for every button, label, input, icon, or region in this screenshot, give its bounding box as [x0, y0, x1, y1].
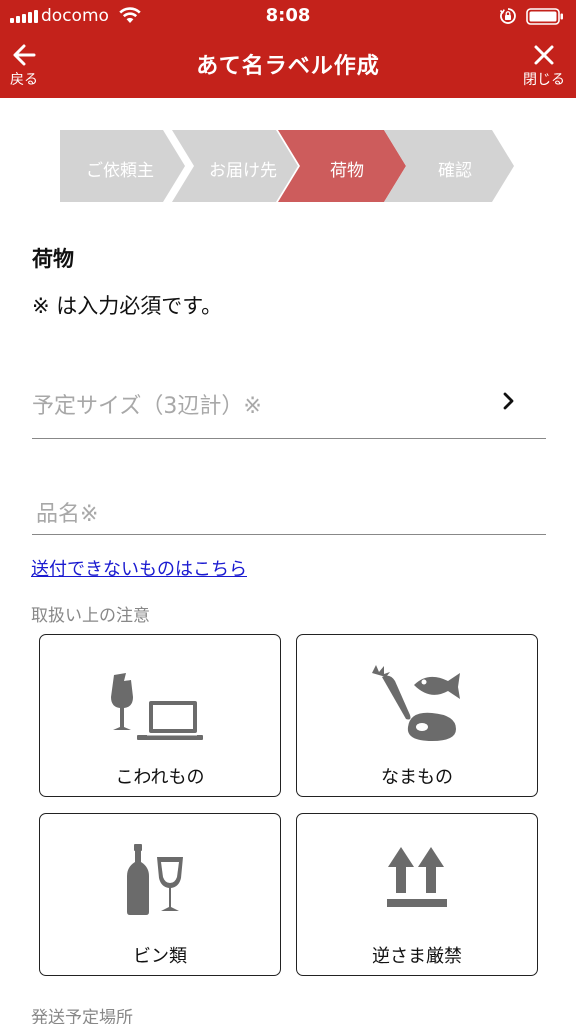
handling-label-bottles: ビン類 — [133, 946, 187, 967]
step-package-current: 荷物 — [330, 161, 364, 181]
chevron-right-icon — [503, 392, 514, 410]
required-note: ※ は入力必須です。 — [32, 294, 223, 318]
back-arrow-icon — [13, 44, 36, 66]
size-select-field[interactable]: 予定サイズ（3辺計）※ — [32, 380, 546, 439]
perishable-icon — [372, 665, 460, 741]
navigation-bar: 戻る あて名ラベル作成 閉じる — [0, 32, 576, 98]
status-bar: docomo 8:08 — [0, 0, 576, 32]
prohibited-items-link[interactable]: 送付できないものはこちら — [31, 555, 247, 581]
item-name-input[interactable]: 品名※ — [32, 488, 546, 535]
handling-option-fragile[interactable]: こわれもの — [39, 634, 281, 797]
status-time: 8:08 — [265, 5, 311, 26]
handling-option-perishable[interactable]: なまもの — [296, 634, 538, 797]
close-button[interactable]: 閉じる — [514, 40, 574, 92]
bottles-icon — [127, 844, 183, 915]
handling-caption: 取扱い上の注意 — [31, 606, 150, 626]
handling-label-this-side-up: 逆さま厳禁 — [372, 946, 462, 967]
section-title: 荷物 — [32, 247, 74, 271]
back-button[interactable]: 戻る — [0, 40, 54, 92]
handling-label-fragile: こわれもの — [115, 767, 205, 788]
handling-option-bottles[interactable]: ビン類 — [39, 813, 281, 976]
close-icon — [534, 45, 554, 65]
page-title: あて名ラベル作成 — [196, 54, 380, 79]
progress-stepper: ご依頼主 お届け先 荷物 確認 — [60, 130, 520, 202]
handling-label-perishable: なまもの — [381, 767, 453, 788]
battery-icon — [526, 8, 563, 25]
fragile-icon — [111, 673, 203, 740]
step-confirm: 確認 — [438, 161, 472, 181]
back-label: 戻る — [10, 72, 38, 88]
step-recipient: お届け先 — [209, 161, 277, 181]
close-label: 閉じる — [523, 72, 565, 88]
size-placeholder: 予定サイズ（3辺計）※ — [32, 394, 262, 419]
shipping-location-caption: 発送予定場所 — [31, 1008, 133, 1024]
this-side-up-icon — [387, 847, 447, 907]
app-header: docomo 8:08 戻る あて名ラベル作成 閉じる — [0, 0, 576, 98]
item-name-placeholder: 品名※ — [36, 502, 99, 527]
step-sender: ご依頼主 — [86, 161, 154, 181]
handling-option-this-side-up[interactable]: 逆さま厳禁 — [296, 813, 538, 976]
orientation-lock-icon — [499, 8, 516, 24]
